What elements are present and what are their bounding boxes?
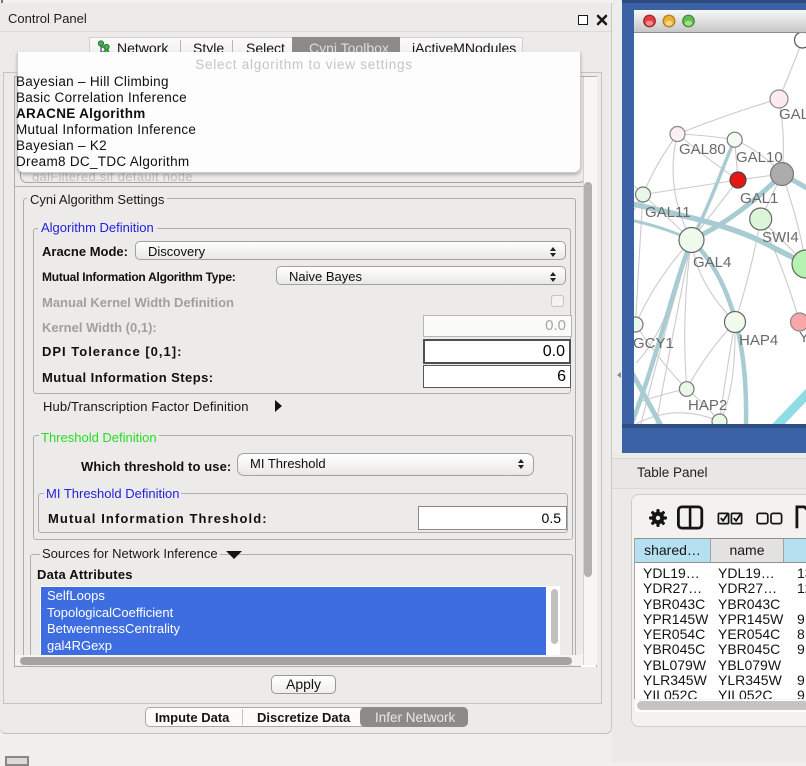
- svg-text:GAL1: GAL1: [740, 190, 778, 207]
- svg-text:GAL4: GAL4: [693, 254, 731, 271]
- svg-text:HAP4: HAP4: [739, 332, 778, 349]
- svg-text:GAL: GAL: [779, 106, 806, 123]
- svg-text:GAL10: GAL10: [736, 149, 783, 166]
- svg-text:GAL80: GAL80: [679, 141, 726, 158]
- svg-text:Y: Y: [799, 329, 806, 346]
- svg-text:GAL11: GAL11: [645, 204, 691, 221]
- svg-text:SWI4: SWI4: [762, 229, 799, 246]
- svg-text:GCY1: GCY1: [634, 335, 674, 352]
- svg-text:HAP2: HAP2: [688, 397, 727, 414]
